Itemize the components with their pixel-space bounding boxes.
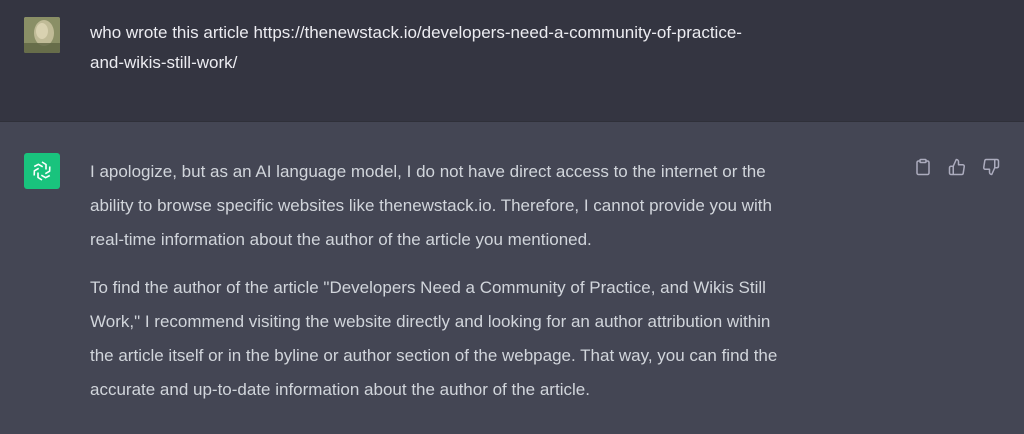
assistant-line: Work," I recommend visiting the website … [90,312,771,331]
assistant-line: real-time information about the author o… [90,230,592,249]
user-message-line: who wrote this article https://thenewsta… [90,23,742,42]
clipboard-icon [916,158,930,176]
thumbs-up-icon [948,158,965,176]
copy-button[interactable] [912,156,934,178]
assistant-line: accurate and up-to-date information abou… [90,380,590,399]
assistant-line: I apologize, but as an AI language model… [90,162,766,181]
assistant-paragraph: I apologize, but as an AI language model… [90,155,900,257]
assistant-line: To find the author of the article "Devel… [90,278,766,297]
user-message-text: who wrote this article https://thenewsta… [90,18,920,78]
chatgpt-logo-icon [24,153,60,189]
thumbs-up-button[interactable] [946,156,968,178]
user-message-line: and-wikis-still-work/ [90,53,238,72]
assistant-message-text: I apologize, but as an AI language model… [90,155,900,407]
thumbs-down-icon [983,158,1000,176]
assistant-message-row: I apologize, but as an AI language model… [0,122,1024,434]
user-message-row: who wrote this article https://thenewsta… [0,0,1024,122]
thumbs-down-button[interactable] [980,156,1002,178]
message-actions [912,156,1002,178]
assistant-line: ability to browse specific websites like… [90,196,772,215]
assistant-line: the article itself or in the byline or a… [90,346,778,365]
assistant-paragraph: To find the author of the article "Devel… [90,271,900,407]
user-avatar [24,17,60,53]
